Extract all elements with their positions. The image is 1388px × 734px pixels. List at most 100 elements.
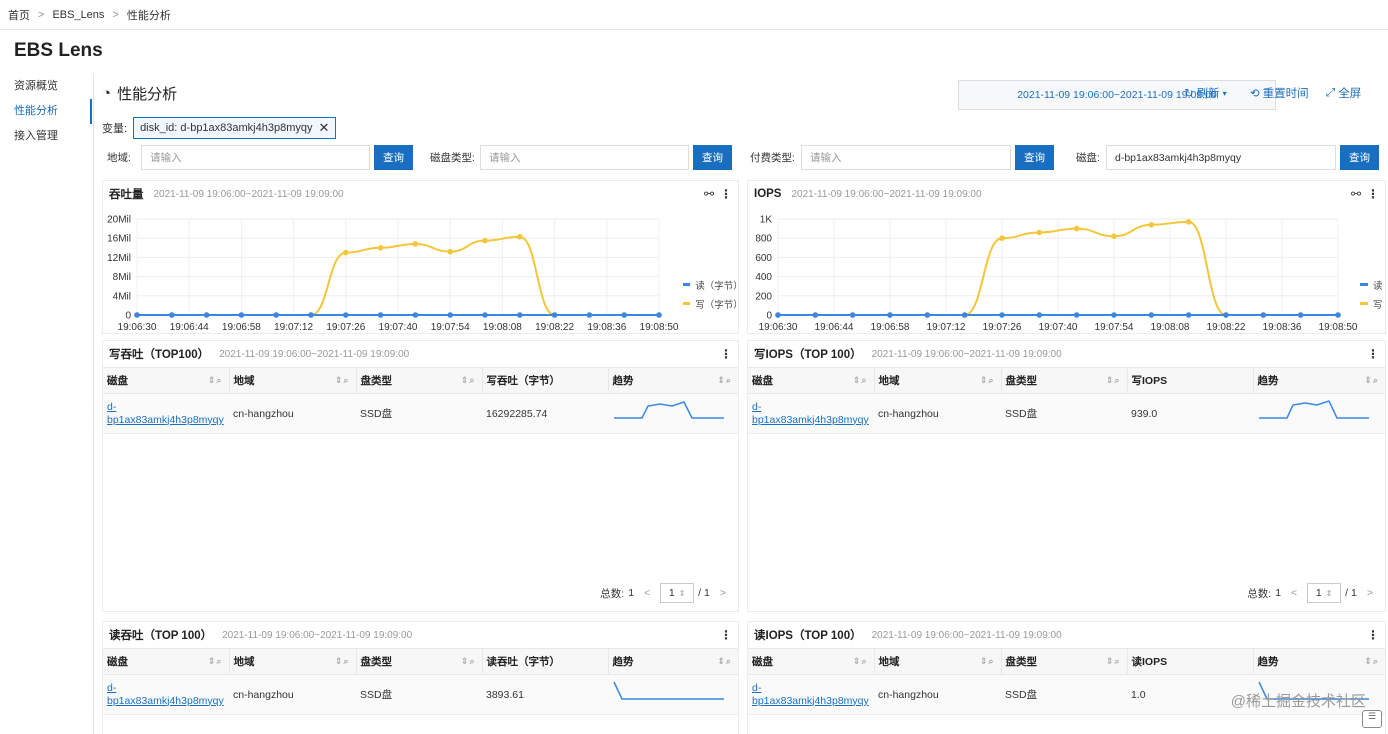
disk-input[interactable]: d-bp1ax83amkj4h3p8myqy	[1106, 145, 1336, 170]
chat-icon[interactable]: ☰	[1362, 710, 1382, 728]
table-row[interactable]: d-bp1ax83amkj4h3p8myqy cn-hangzhou SSD盘 …	[103, 674, 738, 715]
disk-link[interactable]: d-bp1ax83amkj4h3p8myqy	[752, 682, 872, 708]
legend-swatch	[1360, 302, 1368, 305]
disk-link[interactable]: d-bp1ax83amkj4h3p8myqy	[107, 682, 227, 708]
disk-link[interactable]: d-bp1ax83amkj4h3p8myqy	[107, 401, 227, 427]
page-stepper[interactable]: 1 ⇕	[660, 583, 695, 603]
sort-filter-icon[interactable]: ⇕⌕	[717, 656, 732, 667]
sidebar-divider	[93, 74, 94, 734]
next-page-icon[interactable]: >	[1367, 587, 1373, 599]
data-point	[1185, 219, 1192, 225]
variable-tag[interactable]: disk_id: d-bp1ax83amkj4h3p8myqy ✕	[133, 117, 337, 139]
disk-type-query-button[interactable]: 查询	[693, 145, 732, 170]
column-header[interactable]: 读吞吐（字节）	[481, 648, 608, 675]
sort-filter-icon[interactable]: ⇕⌕	[980, 656, 995, 667]
column-header[interactable]: 磁盘 ⇕⌕	[103, 648, 229, 675]
breadcrumb-ebs-lens[interactable]: EBS_Lens	[52, 9, 104, 21]
sort-filter-icon[interactable]: ⇕⌕	[1364, 375, 1379, 386]
legend-swatch	[683, 283, 691, 286]
disk-type-input[interactable]: 请输入	[480, 145, 689, 170]
column-header[interactable]: 地域 ⇕⌕	[873, 367, 1001, 394]
column-header[interactable]: 写IOPS	[1126, 367, 1253, 394]
more-icon[interactable]: ⋮	[1367, 347, 1379, 361]
sort-filter-icon[interactable]: ⇕⌕	[208, 375, 223, 386]
more-icon[interactable]: ⋮	[720, 347, 732, 361]
billing-type-query-button[interactable]: 查询	[1015, 145, 1054, 170]
next-page-icon[interactable]: >	[720, 587, 726, 599]
sort-filter-icon[interactable]: ⇕⌕	[335, 375, 350, 386]
table-row[interactable]: d-bp1ax83amkj4h3p8myqy cn-hangzhou SSD盘 …	[748, 393, 1385, 434]
page-stepper[interactable]: 1 ⇕	[1307, 583, 1342, 603]
column-header[interactable]: 地域 ⇕⌕	[228, 367, 356, 394]
sort-filter-icon[interactable]: ⇕⌕	[980, 375, 995, 386]
region-query-button[interactable]: 查询	[374, 145, 413, 170]
prev-page-icon[interactable]: <	[644, 587, 650, 599]
y-tick-label: 800	[755, 234, 772, 245]
sidebar-item-resource-overview[interactable]: 资源概览	[0, 74, 92, 99]
column-header[interactable]: 趋势 ⇕⌕	[607, 367, 738, 394]
stepper-icon[interactable]: ⇕	[1326, 589, 1333, 598]
column-header[interactable]: 写吞吐（字节）	[481, 367, 608, 394]
sort-filter-icon[interactable]: ⇕⌕	[717, 375, 732, 386]
table-row[interactable]: d-bp1ax83amkj4h3p8myqy cn-hangzhou SSD盘 …	[103, 393, 738, 434]
column-header[interactable]: 读IOPS	[1126, 648, 1253, 675]
chart-type-icon[interactable]: ⚯	[1351, 187, 1361, 201]
legend-item-read[interactable]: 读（字节）	[683, 275, 743, 294]
column-header[interactable]: 趋势 ⇕⌕	[1252, 367, 1385, 394]
more-icon[interactable]: ⋮	[720, 187, 732, 201]
type-cell: SSD盘	[1001, 674, 1127, 715]
sort-filter-icon[interactable]: ⇕⌕	[461, 656, 476, 667]
column-header[interactable]: 趋势 ⇕⌕	[1252, 648, 1385, 675]
table-subtitle: 2021-11-09 19:06:00~2021-11-09 19:09:00	[219, 348, 410, 360]
legend-item-write[interactable]: 写（字节）	[683, 294, 743, 313]
sort-filter-icon[interactable]: ⇕⌕	[853, 656, 868, 667]
data-point	[517, 312, 523, 318]
sort-filter-icon[interactable]: ⇕⌕	[853, 375, 868, 386]
filter-disk: 磁盘: d-bp1ax83amkj4h3p8myqy 查询	[1076, 145, 1379, 170]
table-title: 写吞吐（TOP100）	[109, 349, 210, 361]
sort-filter-icon[interactable]: ⇕⌕	[1106, 375, 1121, 386]
sidebar-item-performance[interactable]: 性能分析	[0, 99, 92, 124]
disk-link[interactable]: d-bp1ax83amkj4h3p8myqy	[752, 401, 872, 427]
column-header[interactable]: 磁盘 ⇕⌕	[748, 367, 874, 394]
column-header[interactable]: 地域 ⇕⌕	[228, 648, 356, 675]
billing-type-input[interactable]: 请输入	[801, 145, 1011, 170]
more-icon[interactable]: ⋮	[1367, 187, 1379, 201]
column-header[interactable]: 地域 ⇕⌕	[873, 648, 1001, 675]
legend-item-read[interactable]: 读	[1360, 275, 1383, 294]
data-point	[887, 312, 893, 318]
prev-page-icon[interactable]: <	[1291, 587, 1297, 599]
region-input[interactable]: 请输入	[141, 145, 370, 170]
sort-filter-icon[interactable]: ⇕⌕	[461, 375, 476, 386]
sort-filter-icon[interactable]: ⇕⌕	[208, 656, 223, 667]
sort-filter-icon[interactable]: ⇕⌕	[1106, 656, 1121, 667]
legend-item-write[interactable]: 写	[1360, 294, 1383, 313]
fullscreen-button[interactable]: ⤢ 全屏	[1326, 85, 1361, 101]
data-point	[447, 312, 454, 318]
write-throughput-table-panel: 写吞吐（TOP100） 2021-11-09 19:06:00~2021-11-…	[102, 340, 739, 612]
column-header[interactable]: 盘类型 ⇕⌕	[1000, 648, 1127, 675]
sidebar-item-access-management[interactable]: 接入管理	[0, 124, 92, 149]
more-icon[interactable]: ⋮	[720, 628, 732, 642]
column-header[interactable]: 盘类型 ⇕⌕	[355, 648, 482, 675]
sort-filter-icon[interactable]: ⇕⌕	[335, 656, 350, 667]
chart-type-icon[interactable]: ⚯	[704, 187, 714, 201]
refresh-button[interactable]: ↻ 刷新 ▾	[1184, 85, 1227, 101]
column-header[interactable]: 磁盘 ⇕⌕	[103, 367, 229, 394]
close-icon[interactable]: ✕	[319, 120, 330, 136]
more-icon[interactable]: ⋮	[1367, 628, 1379, 642]
total-count: 1	[628, 587, 635, 599]
time-range-picker[interactable]: 2021-11-09 19:06:00~2021-11-09 19:09:00	[958, 80, 1276, 110]
column-header[interactable]: 磁盘 ⇕⌕	[748, 648, 874, 675]
column-header[interactable]: 趋势 ⇕⌕	[607, 648, 738, 675]
refresh-label: 刷新	[1196, 88, 1220, 100]
sort-filter-icon[interactable]: ⇕⌕	[1364, 656, 1379, 667]
reset-time-button[interactable]: ⟲ 重置时间	[1250, 85, 1309, 101]
chart-title: IOPS	[754, 188, 782, 200]
column-header[interactable]: 盘类型 ⇕⌕	[355, 367, 482, 394]
legend-swatch	[1360, 283, 1368, 286]
stepper-icon[interactable]: ⇕	[679, 589, 686, 598]
disk-query-button[interactable]: 查询	[1340, 145, 1379, 170]
column-header[interactable]: 盘类型 ⇕⌕	[1000, 367, 1127, 394]
breadcrumb-home[interactable]: 首页	[8, 7, 30, 23]
